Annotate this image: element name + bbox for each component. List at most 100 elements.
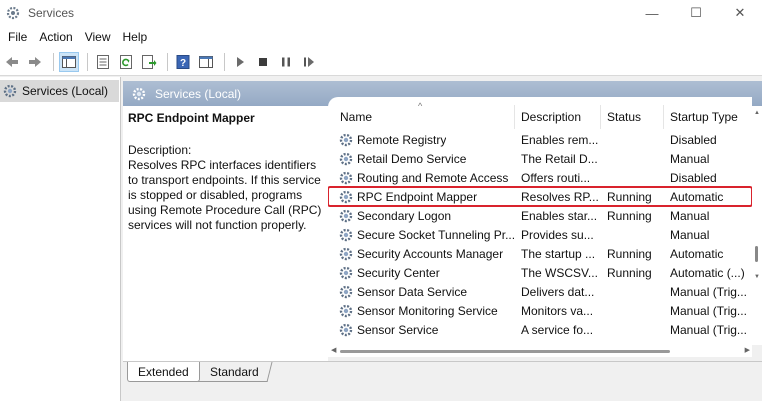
scroll-up-icon[interactable]: ▲: [754, 110, 760, 116]
row-startup-type: Manual: [670, 151, 710, 166]
close-button[interactable]: ✕: [718, 0, 762, 26]
table-row[interactable]: Sensor Monitoring Service Monitors va...…: [328, 301, 752, 320]
column-header-startup-type[interactable]: Startup Type: [664, 105, 752, 129]
row-description: Delivers dat...: [521, 284, 595, 299]
vertical-scroll-thumb[interactable]: [755, 246, 758, 262]
tree-item-label: Services (Local): [22, 84, 109, 98]
row-startup-type: Automatic: [670, 189, 724, 204]
window-controls: — ☐ ✕: [630, 0, 762, 26]
pause-service-icon[interactable]: [276, 52, 296, 72]
console-tree: Services (Local): [0, 77, 121, 401]
scroll-down-icon[interactable]: ▼: [754, 274, 760, 280]
table-row[interactable]: Sensor Service A service fo... Manual (T…: [328, 320, 752, 339]
row-status: Running: [607, 246, 652, 261]
menu-view[interactable]: View: [79, 30, 117, 44]
row-name: Sensor Monitoring Service: [357, 303, 498, 318]
toolbar: ?: [0, 48, 762, 76]
row-status: Running: [607, 265, 652, 280]
restart-service-icon[interactable]: [299, 52, 319, 72]
table-row[interactable]: Routing and Remote Access Offers routi..…: [328, 168, 752, 187]
table-row[interactable]: Sensor Data Service Delivers dat... Manu…: [328, 282, 752, 301]
row-description: Offers routi...: [521, 170, 591, 185]
row-description: The Retail D...: [521, 151, 598, 166]
description-text: Resolves RPC interfaces identifiers to t…: [128, 158, 322, 232]
svg-text:?: ?: [180, 58, 186, 69]
service-gear-icon: [339, 304, 353, 317]
column-header-description[interactable]: Description: [515, 105, 601, 129]
table-row[interactable]: Secondary Logon Enables star... Running …: [328, 206, 752, 225]
service-gear-icon: [339, 209, 353, 222]
properties-icon[interactable]: [93, 52, 113, 72]
refresh-icon[interactable]: [116, 52, 136, 72]
table-row[interactable]: Security Center The WSCSV... Running Aut…: [328, 263, 752, 282]
row-description: Enables star...: [521, 208, 598, 223]
toolbar-separator: [167, 52, 168, 71]
service-gear-icon: [339, 190, 353, 203]
start-service-icon[interactable]: [230, 52, 250, 72]
maximize-button[interactable]: ☐: [674, 0, 718, 26]
services-list: Name ^ Description Status Startup Type R…: [328, 97, 752, 345]
row-status: Running: [607, 189, 652, 204]
scroll-right-icon[interactable]: ▶: [745, 346, 750, 354]
table-row-selected[interactable]: RPC Endpoint Mapper Resolves RP... Runni…: [328, 186, 752, 207]
table-row[interactable]: Retail Demo Service The Retail D... Manu…: [328, 149, 752, 168]
service-gear-icon: [339, 133, 353, 146]
row-description: Provides su...: [521, 227, 594, 242]
minimize-button[interactable]: —: [630, 0, 674, 26]
row-name: Security Accounts Manager: [357, 246, 504, 261]
table-row[interactable]: Security Accounts Manager The startup ..…: [328, 244, 752, 263]
menu-action[interactable]: Action: [33, 30, 78, 44]
selected-service-name: RPC Endpoint Mapper: [128, 111, 255, 125]
title-bar: Services — ☐ ✕: [0, 0, 762, 26]
row-description: A service fo...: [521, 322, 594, 337]
export-list-icon[interactable]: [139, 52, 159, 72]
scroll-left-icon[interactable]: ◀: [331, 346, 336, 354]
row-startup-type: Automatic (...): [670, 265, 745, 280]
row-startup-type: Manual (Trig...: [670, 303, 747, 318]
table-row[interactable]: Remote Registry Enables rem... Disabled: [328, 130, 752, 149]
horizontal-scroll-thumb[interactable]: [340, 350, 670, 353]
row-name: Sensor Data Service: [357, 284, 468, 299]
forward-arrow-icon[interactable]: [25, 52, 45, 72]
table-row[interactable]: Secure Socket Tunneling Pr... Provides s…: [328, 225, 752, 244]
show-hide-console-tree-icon[interactable]: [59, 51, 79, 72]
pane-title: Services (Local): [155, 86, 242, 101]
row-name: Routing and Remote Access: [357, 170, 509, 185]
toolbar-separator: [53, 52, 54, 71]
horizontal-scrollbar[interactable]: ◀ ▶: [328, 345, 752, 357]
menu-bar: File Action View Help: [0, 26, 762, 48]
service-gear-icon: [339, 228, 353, 241]
description-panel: RPC Endpoint Mapper Description: Resolve…: [123, 106, 328, 361]
service-gear-icon: [339, 323, 353, 336]
row-name: RPC Endpoint Mapper: [357, 189, 478, 204]
tab-standard-label: Standard: [209, 364, 259, 379]
vertical-scrollbar[interactable]: ▲ ▼: [752, 106, 762, 345]
stop-service-icon[interactable]: [253, 52, 273, 72]
row-name: Remote Registry: [357, 132, 447, 147]
tree-item-services-local[interactable]: Services (Local): [0, 80, 119, 102]
menu-help[interactable]: Help: [117, 30, 154, 44]
row-description: The startup ...: [521, 246, 596, 261]
tab-standard[interactable]: Standard: [197, 362, 272, 382]
services-gear-icon: [3, 84, 17, 98]
back-arrow-icon[interactable]: [2, 52, 22, 72]
column-label-status: Status: [607, 110, 642, 124]
help-icon[interactable]: ?: [173, 52, 193, 72]
row-startup-type: Automatic: [670, 246, 724, 261]
column-header-status[interactable]: Status: [601, 105, 664, 129]
column-header-name[interactable]: Name ^: [328, 101, 515, 129]
list-rows: Remote Registry Enables rem... Disabled …: [328, 130, 752, 339]
row-startup-type: Disabled: [670, 132, 717, 147]
description-label: Description:: [128, 143, 192, 157]
service-gear-icon: [339, 171, 353, 184]
row-name: Secondary Logon: [357, 208, 452, 223]
view-tabs: Extended Standard: [127, 362, 272, 382]
toolbar-separator: [87, 52, 88, 71]
tab-extended[interactable]: Extended: [127, 362, 200, 382]
service-gear-icon: [339, 247, 353, 260]
action-pane-icon[interactable]: [196, 52, 216, 72]
column-label-startup-type: Startup Type: [670, 110, 738, 124]
menu-file[interactable]: File: [2, 30, 33, 44]
tab-extended-label: Extended: [138, 364, 189, 379]
row-description: Monitors va...: [521, 303, 594, 318]
